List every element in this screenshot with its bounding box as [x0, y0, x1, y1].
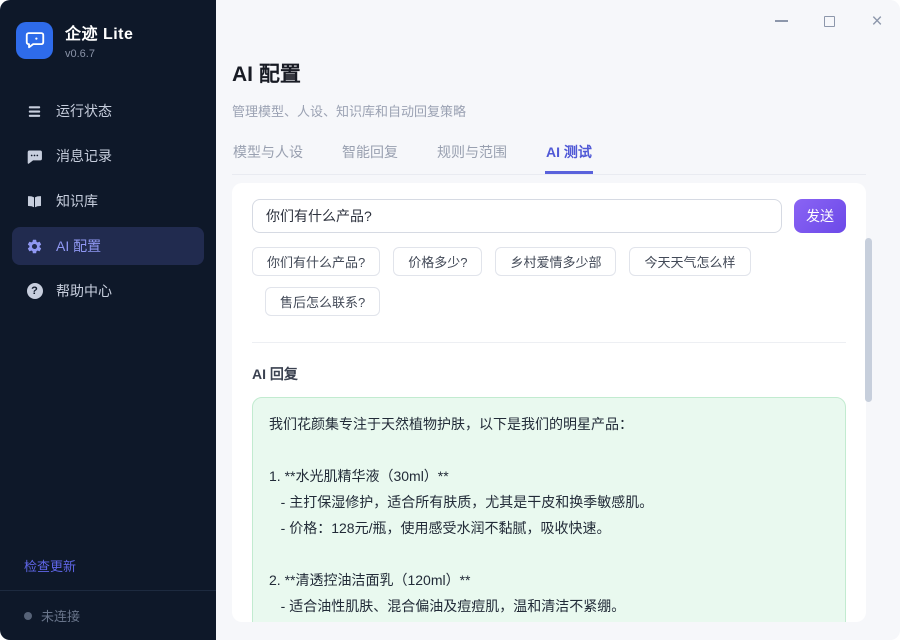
sidebar-item-label: 运行状态 [56, 101, 112, 121]
app-logo-icon [16, 22, 53, 59]
page-subtitle: 管理模型、人设、知识库和自动回复策略 [232, 101, 900, 120]
connection-status-text: 未连接 [41, 606, 80, 625]
quick-question-chip[interactable]: 乡村爱情多少部 [495, 247, 616, 276]
gear-icon [26, 238, 43, 255]
book-icon [26, 193, 43, 210]
page-title: AI 配置 [232, 58, 900, 88]
main-panel: × AI 配置 管理模型、人设、知识库和自动回复策略 模型与人设 智能回复 规则… [216, 0, 900, 640]
app-name: 企迹 Lite [65, 20, 133, 44]
maximize-icon [824, 16, 835, 27]
sidebar-item-message-log[interactable]: 消息记录 [12, 137, 204, 175]
tab-model-persona[interactable]: 模型与人设 [232, 142, 304, 174]
maximize-button[interactable] [814, 8, 844, 34]
send-button[interactable]: 发送 [794, 199, 846, 233]
ai-reply-label: AI 回复 [252, 364, 846, 384]
sidebar-item-label: 消息记录 [56, 146, 112, 166]
app-window: 企迹 Lite v0.6.7 运行状态 [0, 0, 900, 640]
section-divider [252, 342, 846, 343]
sidebar-item-label: AI 配置 [56, 236, 101, 256]
quick-question-chip[interactable]: 价格多少? [393, 247, 482, 276]
sidebar: 企迹 Lite v0.6.7 运行状态 [0, 0, 216, 640]
rows-icon [26, 103, 43, 120]
sidebar-item-run-status[interactable]: 运行状态 [12, 92, 204, 130]
connection-status-bar: 未连接 [0, 590, 216, 640]
scrollbar-thumb[interactable] [865, 238, 872, 402]
tab-rules-scope[interactable]: 规则与范围 [436, 142, 508, 174]
app-version: v0.6.7 [65, 48, 133, 60]
test-input-row: 发送 [252, 199, 846, 233]
sidebar-item-help-center[interactable]: ? 帮助中心 [12, 272, 204, 310]
connection-dot-icon [24, 612, 32, 620]
ai-test-card: 发送 你们有什么产品? 价格多少? 乡村爱情多少部 今天天气怎么样 售后怎么联系… [232, 183, 866, 622]
quick-question-chips: 你们有什么产品? 价格多少? 乡村爱情多少部 今天天气怎么样 售后怎么联系? [252, 247, 846, 316]
minimize-icon [775, 20, 788, 22]
window-controls: × [766, 8, 892, 34]
quick-question-chip[interactable]: 售后怎么联系? [265, 287, 380, 316]
minimize-button[interactable] [766, 8, 796, 34]
tab-ai-test[interactable]: AI 测试 [545, 142, 593, 174]
tab-smart-reply[interactable]: 智能回复 [341, 142, 399, 174]
ai-reply-message: 我们花颜集专注于天然植物护肤，以下是我们的明星产品： 1. **水光肌精华液（3… [252, 397, 846, 622]
quick-question-chip[interactable]: 你们有什么产品? [252, 247, 380, 276]
quick-question-chip[interactable]: 今天天气怎么样 [629, 247, 750, 276]
sidebar-item-label: 知识库 [56, 191, 98, 211]
sidebar-spacer [0, 310, 216, 556]
sidebar-nav: 运行状态 消息记录 [0, 74, 216, 310]
test-question-input[interactable] [252, 199, 782, 233]
chat-bubble-icon [26, 148, 43, 165]
close-button[interactable]: × [862, 8, 892, 34]
sidebar-item-ai-config[interactable]: AI 配置 [12, 227, 204, 265]
sidebar-item-knowledge-base[interactable]: 知识库 [12, 182, 204, 220]
brand: 企迹 Lite v0.6.7 [0, 0, 216, 74]
check-update-link[interactable]: 检查更新 [0, 556, 216, 590]
close-icon: × [871, 12, 882, 31]
tab-bar: 模型与人设 智能回复 规则与范围 AI 测试 [232, 142, 866, 175]
sidebar-item-label: 帮助中心 [56, 281, 112, 301]
help-icon: ? [26, 283, 43, 300]
